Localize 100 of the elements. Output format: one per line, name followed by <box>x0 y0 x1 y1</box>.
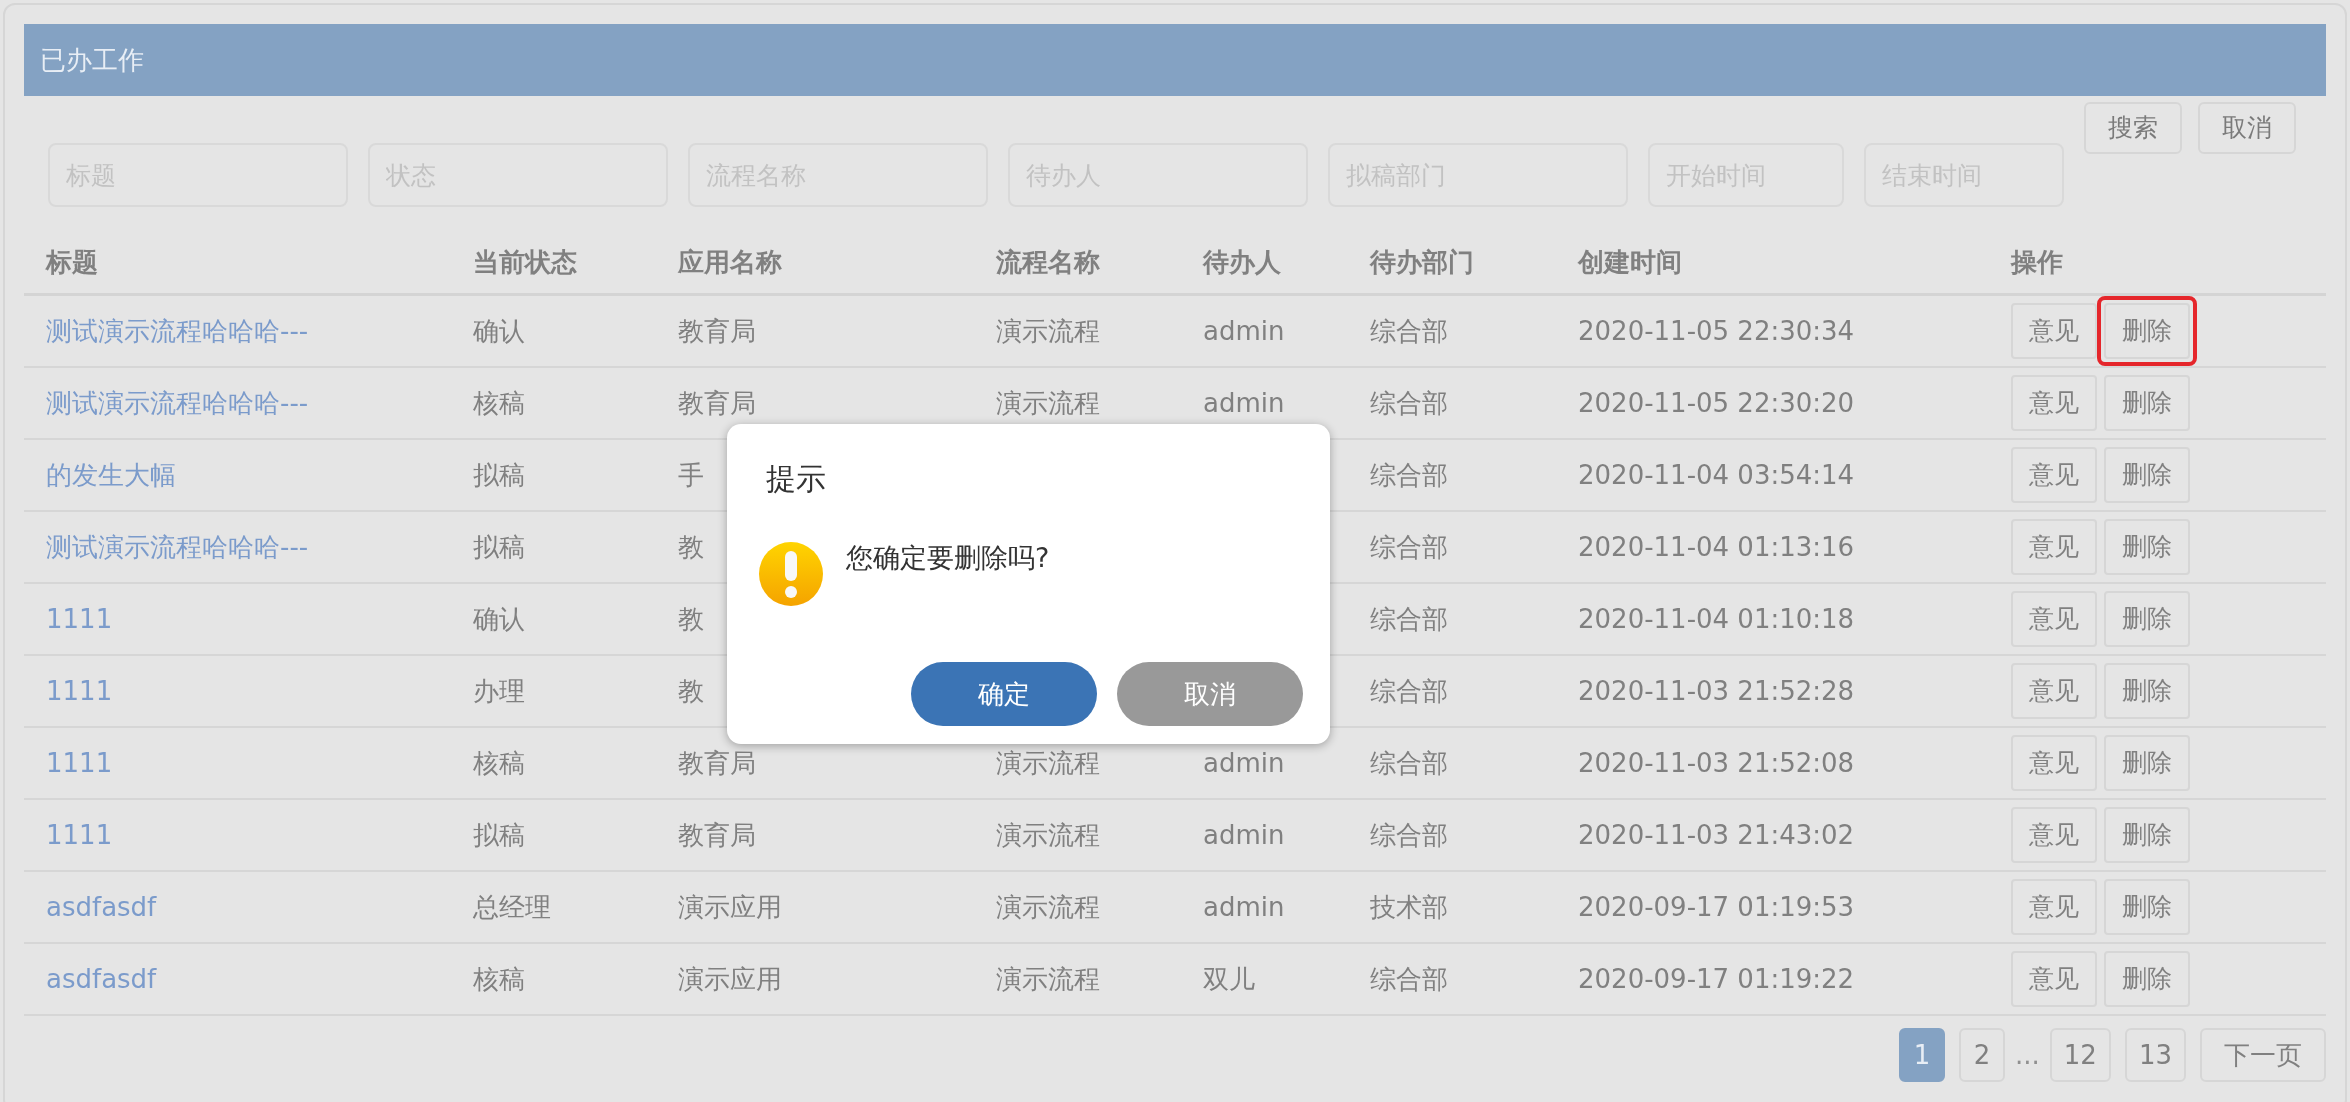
table-cell: 演示流程 <box>996 963 1100 994</box>
title-link[interactable]: 1111 <box>46 603 113 634</box>
title-link[interactable]: 1111 <box>46 675 113 706</box>
dialog-title: 提示 <box>766 460 826 498</box>
table-cell: 教育局 <box>678 387 756 418</box>
table-cell: 2020-11-04 01:10:18 <box>1578 603 1855 634</box>
table-cell: 2020-11-03 21:52:08 <box>1578 747 1855 778</box>
column-header: 操作 <box>2011 246 2064 279</box>
column-header: 当前状态 <box>473 246 578 279</box>
table-cell: 综合部 <box>1370 531 1448 562</box>
delete-button[interactable]: 删除 <box>2104 591 2190 647</box>
table-cell: 综合部 <box>1370 747 1448 778</box>
delete-button[interactable]: 删除 <box>2104 519 2190 575</box>
table-cell: 教 <box>678 603 704 634</box>
table-cell: 演示流程 <box>996 819 1100 850</box>
title-link[interactable]: 测试演示流程哈哈哈--- <box>46 531 309 562</box>
column-header: 待办人 <box>1203 246 1282 279</box>
table-cell: 办理 <box>473 675 525 706</box>
table-cell: 总经理 <box>473 891 551 922</box>
table-cell: 确认 <box>473 603 525 634</box>
page-button[interactable]: 2 <box>1959 1028 2005 1082</box>
opinion-button[interactable]: 意见 <box>2011 879 2097 935</box>
title-link[interactable]: 1111 <box>46 747 113 778</box>
opinion-button[interactable]: 意见 <box>2011 663 2097 719</box>
table-cell: 技术部 <box>1370 891 1448 922</box>
panel-title: 已办工作 <box>40 43 144 77</box>
delete-button[interactable]: 删除 <box>2104 735 2190 791</box>
opinion-button[interactable]: 意见 <box>2011 375 2097 431</box>
table-cell: 综合部 <box>1370 819 1448 850</box>
opinion-button[interactable]: 意见 <box>2011 447 2097 503</box>
table-cell: 教育局 <box>678 747 756 778</box>
page-button[interactable]: 13 <box>2124 1028 2186 1082</box>
opinion-button[interactable]: 意见 <box>2011 591 2097 647</box>
table-cell: 演示应用 <box>678 963 782 994</box>
table-cell: 演示流程 <box>996 891 1100 922</box>
title-link[interactable]: 的发生大幅 <box>46 459 176 490</box>
table-cell: 拟稿 <box>473 459 525 490</box>
filter-button[interactable]: 取消 <box>2198 102 2296 154</box>
column-header: 流程名称 <box>996 246 1101 279</box>
column-header: 应用名称 <box>678 246 783 279</box>
opinion-button[interactable]: 意见 <box>2011 303 2097 359</box>
table-cell: 教育局 <box>678 819 756 850</box>
table-cell: 双儿 <box>1203 963 1255 994</box>
delete-button[interactable]: 删除 <box>2104 879 2190 935</box>
table-cell: 核稿 <box>473 963 525 994</box>
table-cell: 手 <box>678 459 704 490</box>
title-link[interactable]: asdfasdf <box>46 963 157 994</box>
table-cell: 2020-11-04 03:54:14 <box>1578 459 1855 490</box>
opinion-button[interactable]: 意见 <box>2011 951 2097 1007</box>
table-cell: 2020-11-04 01:13:16 <box>1578 531 1855 562</box>
filter-button[interactable]: 搜索 <box>2084 102 2182 154</box>
delete-button[interactable]: 删除 <box>2104 447 2190 503</box>
table-cell: 综合部 <box>1370 459 1448 490</box>
page-button[interactable]: 1 <box>1899 1028 1945 1082</box>
table-cell: 确认 <box>473 315 525 346</box>
table-cell: 综合部 <box>1370 963 1448 994</box>
title-link[interactable]: asdfasdf <box>46 891 157 922</box>
table-cell: 综合部 <box>1370 603 1448 634</box>
table-cell: 2020-09-17 01:19:22 <box>1578 963 1855 994</box>
opinion-button[interactable]: 意见 <box>2011 807 2097 863</box>
next-page-button[interactable]: 下一页 <box>2200 1028 2326 1082</box>
table-cell: 演示流程 <box>996 387 1100 418</box>
table-cell: 教 <box>678 675 704 706</box>
title-link[interactable]: 1111 <box>46 819 113 850</box>
table-cell: 2020-11-05 22:30:20 <box>1578 387 1855 418</box>
table-cell: 2020-11-03 21:43:02 <box>1578 819 1855 850</box>
confirm-button[interactable]: 确定 <box>911 662 1097 726</box>
table-cell: 教 <box>678 531 704 562</box>
table-cell: 演示流程 <box>996 747 1100 778</box>
delete-button[interactable]: 删除 <box>2104 951 2190 1007</box>
title-link[interactable]: 测试演示流程哈哈哈--- <box>46 387 309 418</box>
delete-button[interactable]: 删除 <box>2104 303 2190 359</box>
delete-button[interactable]: 删除 <box>2104 375 2190 431</box>
table-cell: 拟稿 <box>473 531 525 562</box>
table-cell: 拟稿 <box>473 819 525 850</box>
opinion-button[interactable]: 意见 <box>2011 735 2097 791</box>
table-cell: 综合部 <box>1370 315 1448 346</box>
table-cell: 综合部 <box>1370 387 1448 418</box>
title-link[interactable]: 测试演示流程哈哈哈--- <box>46 315 309 346</box>
column-header: 待办部门 <box>1370 246 1475 279</box>
table-cell: admin <box>1203 891 1285 922</box>
table-cell: admin <box>1203 819 1285 850</box>
table-cell: 2020-11-05 22:30:34 <box>1578 315 1855 346</box>
warning-icon <box>758 541 824 607</box>
table-cell: 2020-11-03 21:52:28 <box>1578 675 1855 706</box>
dialog-message: 您确定要删除吗? <box>846 541 1050 575</box>
opinion-button[interactable]: 意见 <box>2011 519 2097 575</box>
delete-button[interactable]: 删除 <box>2104 807 2190 863</box>
delete-button[interactable]: 删除 <box>2104 663 2190 719</box>
table-cell: 综合部 <box>1370 675 1448 706</box>
cancel-button[interactable]: 取消 <box>1117 662 1303 726</box>
column-header: 创建时间 <box>1578 246 1683 279</box>
table-cell: 演示流程 <box>996 315 1100 346</box>
pagination-ellipsis: ... <box>2015 1038 2040 1072</box>
page-button[interactable]: 12 <box>2049 1028 2111 1082</box>
table-cell: 核稿 <box>473 747 525 778</box>
table-cell: 2020-09-17 01:19:53 <box>1578 891 1855 922</box>
column-header: 标题 <box>44 246 99 279</box>
table-cell: admin <box>1203 387 1285 418</box>
table-cell: admin <box>1203 747 1285 778</box>
